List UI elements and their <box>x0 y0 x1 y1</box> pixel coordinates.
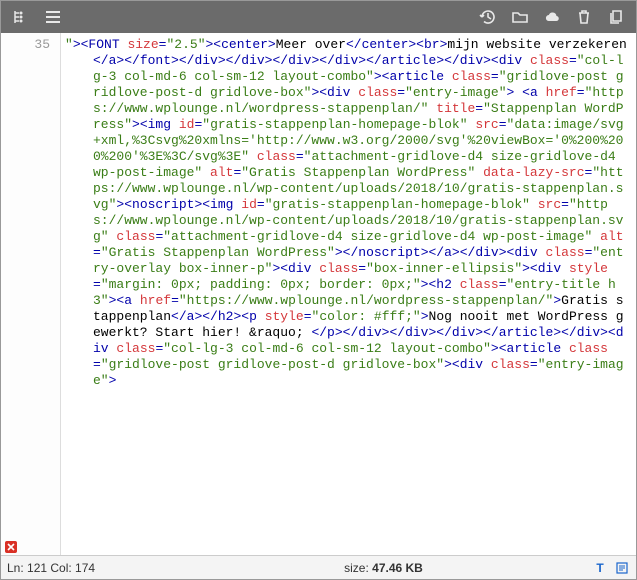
cursor-position: Ln: 121 Col: 174 <box>7 561 187 575</box>
gutter: 35 <box>1 33 61 555</box>
code-line[interactable]: "><FONT size="2.5"><center>Meer over</ce… <box>93 37 630 389</box>
folder-icon[interactable] <box>506 4 534 30</box>
menu-icon[interactable] <box>39 4 67 30</box>
file-size: size: 47.46 KB <box>187 561 580 575</box>
cloud-download-icon[interactable] <box>538 4 566 30</box>
copy-icon[interactable] <box>602 4 630 30</box>
toolbar <box>1 1 636 33</box>
history-icon[interactable] <box>474 4 502 30</box>
trash-icon[interactable] <box>570 4 598 30</box>
tree-toggle-icon[interactable] <box>7 4 35 30</box>
status-bar: Ln: 121 Col: 174 size: 47.46 KB T <box>1 555 636 579</box>
code-area[interactable]: "><FONT size="2.5"><center>Meer over</ce… <box>61 33 636 555</box>
text-mode-badge[interactable]: T <box>592 560 608 576</box>
page-mode-badge[interactable] <box>614 560 630 576</box>
line-number: 35 <box>1 37 60 53</box>
error-icon[interactable] <box>5 541 17 553</box>
editor: 35 "><FONT size="2.5"><center>Meer over<… <box>1 33 636 555</box>
svg-text:T: T <box>596 561 604 575</box>
